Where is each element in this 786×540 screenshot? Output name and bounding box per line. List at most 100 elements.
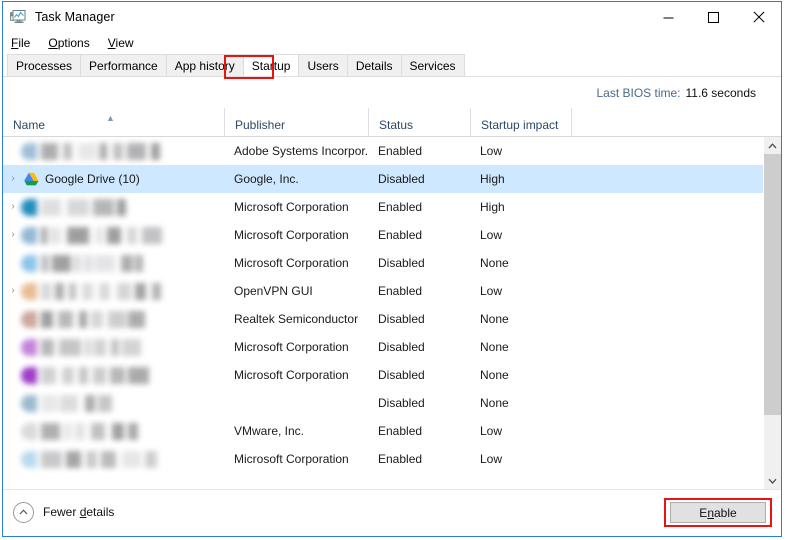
redacted-app-name	[21, 143, 179, 160]
cell-startup-impact: Low	[470, 137, 571, 165]
footer-bar: Fewer details Enable	[3, 489, 781, 536]
table-row[interactable]: ›Microsoft CorporationDisabledNone	[3, 333, 763, 361]
cell-name: ›	[3, 137, 224, 165]
fewer-details-label: Fewer details	[43, 505, 114, 519]
cell-name: ›	[3, 277, 224, 305]
chevron-up-icon	[768, 143, 777, 149]
tab-services[interactable]: Services	[401, 54, 465, 76]
cell-startup-impact: None	[470, 249, 571, 277]
scrollbar-track[interactable]	[764, 154, 781, 472]
table-row[interactable]: ›Microsoft CorporationEnabledLow	[3, 445, 763, 473]
last-bios-time: Last BIOS time: 11.6 seconds	[3, 77, 781, 109]
cell-status: Disabled	[368, 361, 470, 389]
scrollbar-thumb[interactable]	[764, 154, 781, 415]
cell-publisher: Microsoft Corporation	[224, 193, 368, 221]
redacted-app-name	[21, 423, 151, 440]
cell-name: ›	[3, 305, 224, 333]
cell-publisher: Microsoft Corporation	[224, 249, 368, 277]
tab-users[interactable]: Users	[298, 54, 347, 76]
cell-publisher: Realtek Semiconductor	[224, 305, 368, 333]
startup-list-area: ›Adobe Systems Incorpor...EnabledLow›Goo…	[3, 137, 781, 489]
expand-chevron-placeholder: ›	[5, 445, 21, 473]
tab-details[interactable]: Details	[347, 54, 402, 76]
expand-chevron-icon[interactable]: ›	[5, 221, 21, 249]
cell-status: Enabled	[368, 417, 470, 445]
tab-performance[interactable]: Performance	[80, 54, 167, 76]
google-drive-icon	[21, 171, 41, 187]
redacted-app-name	[21, 227, 173, 244]
scroll-down-button[interactable]	[764, 472, 781, 489]
cell-publisher: Microsoft Corporation	[224, 221, 368, 249]
tab-app-history[interactable]: App history	[166, 54, 244, 76]
startup-list: ›Adobe Systems Incorpor...EnabledLow›Goo…	[3, 137, 763, 489]
expand-chevron-icon[interactable]: ›	[5, 277, 21, 305]
expand-chevron-icon[interactable]: ›	[5, 193, 21, 221]
maximize-button[interactable]	[691, 2, 736, 32]
cell-name: ›	[3, 445, 224, 473]
table-row[interactable]: ›DisabledNone	[3, 389, 763, 417]
column-header-publisher[interactable]: Publisher	[224, 108, 368, 136]
menu-item-options[interactable]: Options	[48, 36, 89, 50]
cell-publisher: Microsoft Corporation	[224, 333, 368, 361]
enable-button[interactable]: Enable	[670, 502, 766, 523]
expand-chevron-placeholder: ›	[5, 389, 21, 417]
menu-item-file[interactable]: File	[11, 36, 30, 50]
fewer-details-button[interactable]: Fewer details	[13, 500, 114, 524]
startup-panel: Last BIOS time: 11.6 seconds Name ▲ Publ…	[3, 77, 781, 489]
cell-publisher: OpenVPN GUI	[224, 277, 368, 305]
table-row[interactable]: ›Microsoft CorporationDisabledNone	[3, 361, 763, 389]
table-row[interactable]: ›Google Drive (10)Google, Inc.DisabledHi…	[3, 165, 763, 193]
cell-startup-impact: Low	[470, 445, 571, 473]
table-row[interactable]: ›Adobe Systems Incorpor...EnabledLow	[3, 137, 763, 165]
cell-name: ›	[3, 221, 224, 249]
expand-chevron-placeholder: ›	[5, 417, 21, 445]
cell-status: Disabled	[368, 249, 470, 277]
table-row[interactable]: ›VMware, Inc.EnabledLow	[3, 417, 763, 445]
cell-status: Disabled	[368, 333, 470, 361]
cell-status: Enabled	[368, 137, 470, 165]
cell-status: Enabled	[368, 277, 470, 305]
cell-status: Enabled	[368, 193, 470, 221]
enable-button-highlight: Enable	[664, 498, 772, 527]
cell-status: Disabled	[368, 389, 470, 417]
expand-chevron-placeholder: ›	[5, 361, 21, 389]
column-header-name-label: Name	[13, 118, 45, 132]
minimize-button[interactable]	[646, 2, 691, 32]
column-header-startup-impact[interactable]: Startup impact	[470, 108, 571, 136]
column-header-status[interactable]: Status	[368, 108, 470, 136]
cell-name: ›Google Drive (10)	[3, 165, 224, 193]
tab-startup[interactable]: Startup	[243, 54, 300, 76]
column-headers: Name ▲ Publisher Status Startup impact	[3, 109, 781, 137]
maximize-icon	[708, 12, 719, 23]
bios-time-value: 11.6 seconds	[686, 86, 757, 100]
cell-name: ›	[3, 249, 224, 277]
menu-item-view[interactable]: View	[108, 36, 134, 50]
tab-strip: Processes Performance App history Startu…	[3, 53, 781, 77]
table-row[interactable]: › OpenVPN GUIEnabledLow	[3, 277, 763, 305]
table-row[interactable]: ›Microsoft CorporationDisabledNone	[3, 249, 763, 277]
redacted-app-name	[21, 367, 157, 384]
close-button[interactable]	[736, 2, 781, 32]
cell-startup-impact: High	[470, 165, 571, 193]
table-row[interactable]: › Microsoft CorporationEnabledHigh	[3, 193, 763, 221]
expand-chevron-icon[interactable]: ›	[5, 165, 21, 193]
vertical-scrollbar[interactable]	[763, 137, 781, 489]
scroll-up-button[interactable]	[764, 137, 781, 154]
cell-name: ›	[3, 193, 224, 221]
column-header-name[interactable]: Name ▲	[3, 108, 224, 136]
task-manager-window: Task Manager File Options V	[2, 1, 782, 537]
expand-chevron-placeholder: ›	[5, 137, 21, 165]
table-row[interactable]: ›Realtek SemiconductorDisabledNone	[3, 305, 763, 333]
redacted-app-name	[21, 395, 133, 412]
cell-startup-impact: None	[470, 305, 571, 333]
cell-startup-impact: High	[470, 193, 571, 221]
table-row[interactable]: ›Microsoft CorporationEnabledLow	[3, 221, 763, 249]
bios-time-label: Last BIOS time:	[596, 86, 680, 100]
tab-processes[interactable]: Processes	[7, 54, 81, 76]
redacted-app-name	[21, 255, 149, 272]
cell-startup-impact: Low	[470, 277, 571, 305]
cell-startup-impact: None	[470, 361, 571, 389]
cell-status: Disabled	[368, 305, 470, 333]
redacted-app-name	[21, 339, 161, 356]
cell-name: ›	[3, 333, 224, 361]
